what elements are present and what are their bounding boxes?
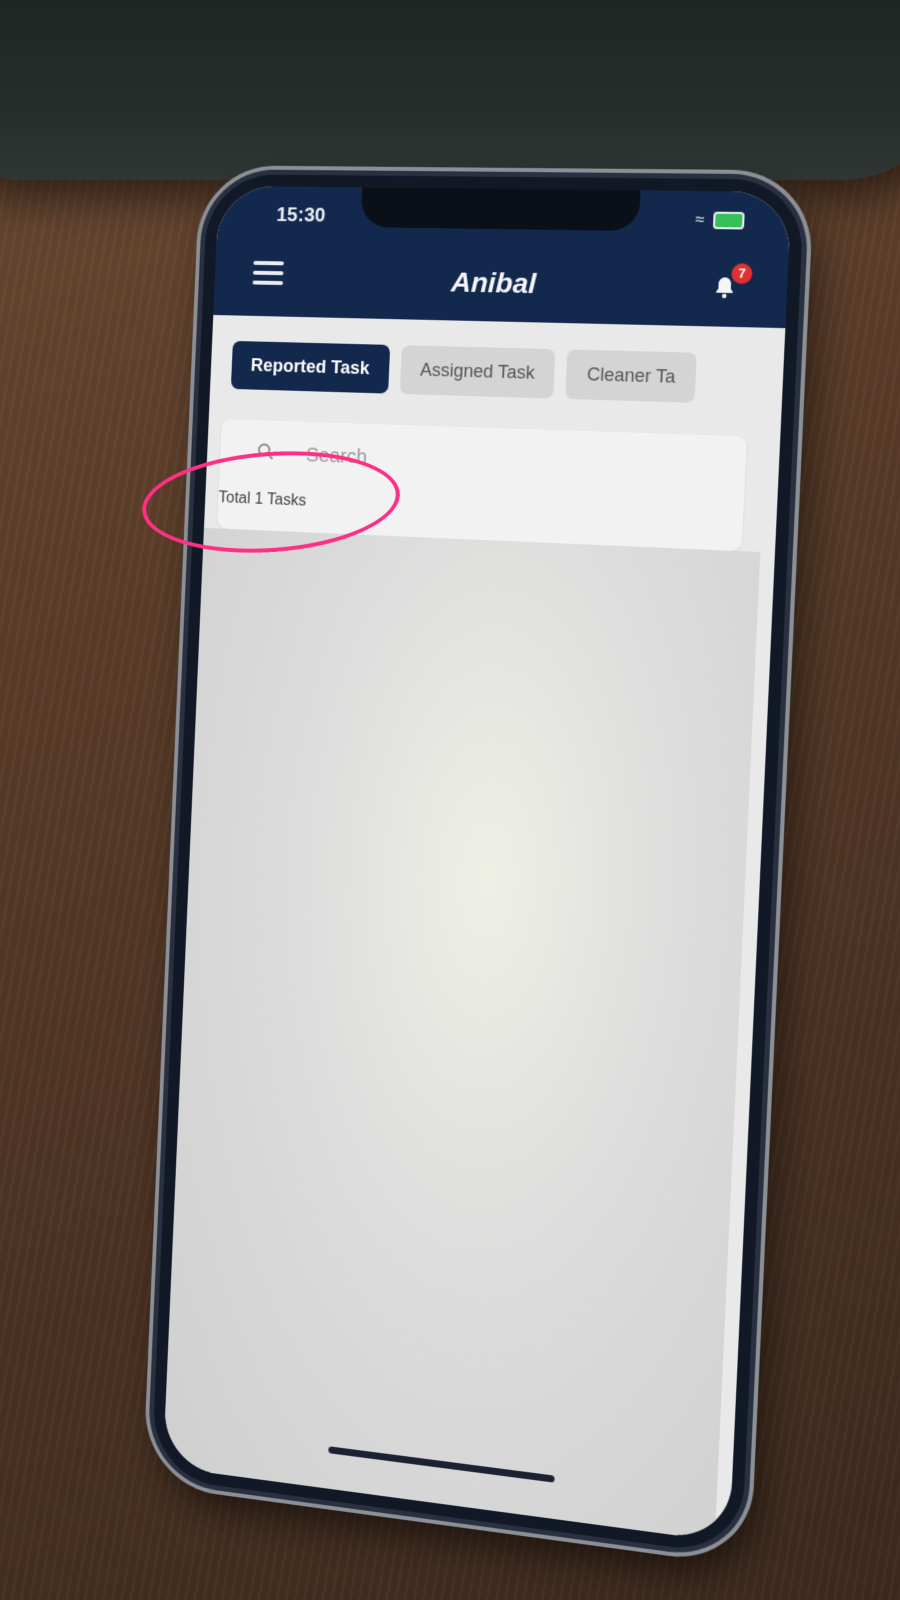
status-time: 15:30 <box>275 204 326 227</box>
wifi-icon: ≈ <box>695 211 707 229</box>
phone-device: 15:30 ≈ Anibal 7 Reported Task Assigned … <box>151 174 805 1557</box>
tab-reported-task[interactable]: Reported Task <box>230 340 390 394</box>
app-header: Anibal 7 <box>213 240 789 329</box>
task-list-area <box>162 527 761 1541</box>
photo-scene: 15:30 ≈ Anibal 7 Reported Task Assigned … <box>0 0 900 1600</box>
phone-screen: 15:30 ≈ Anibal 7 Reported Task Assigned … <box>162 185 792 1543</box>
status-icons: ≈ <box>695 211 745 230</box>
phone-wrapper: 15:30 ≈ Anibal 7 Reported Task Assigned … <box>0 0 900 1600</box>
tab-cleaner-task[interactable]: Cleaner Ta <box>565 349 698 403</box>
page-title: Anibal <box>450 266 537 300</box>
task-tabs: Reported Task Assigned Task Cleaner Ta <box>230 340 792 410</box>
notifications-button[interactable]: 7 <box>707 263 753 307</box>
battery-icon <box>712 211 745 230</box>
phone-notch <box>360 187 641 232</box>
tab-assigned-task[interactable]: Assigned Task <box>399 345 556 399</box>
